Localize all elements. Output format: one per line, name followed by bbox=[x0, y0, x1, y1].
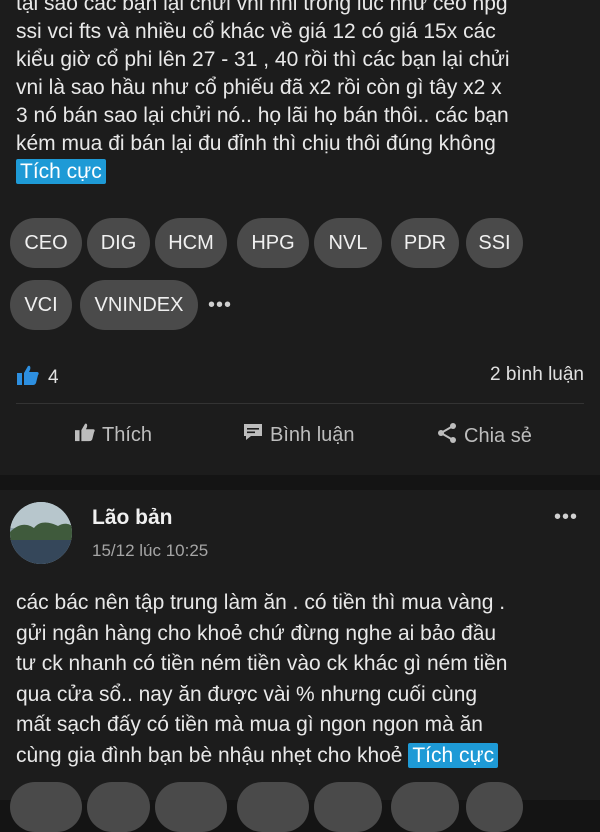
tag-chip-nvl[interactable]: NVL bbox=[314, 218, 382, 268]
post-timestamp: 15/12 lúc 10:25 bbox=[92, 541, 209, 560]
post-text-line: mất sạch đấy có tiền mà mua gì ngon ngon… bbox=[16, 713, 483, 736]
sentiment-tag: Tích cực bbox=[16, 159, 106, 184]
post-text-line: kiểu giờ cổ phi lên 27 - 31 , 40 rồi thì… bbox=[16, 48, 510, 71]
thumbs-up-icon bbox=[16, 364, 40, 392]
post-text-line: tư ck nhanh có tiền ném tiền vào ck khác… bbox=[16, 652, 508, 675]
tag-chip[interactable] bbox=[391, 782, 459, 832]
like-button-label: Thích bbox=[102, 423, 153, 446]
thumbs-up-icon bbox=[74, 422, 96, 448]
comment-button[interactable]: Bình luận bbox=[242, 422, 355, 448]
divider bbox=[16, 403, 584, 404]
post-text: tại sao các bạn lại chửi vni nhỉ trong l… bbox=[16, 0, 586, 186]
tag-chip-ceo[interactable]: CEO bbox=[10, 218, 82, 268]
post-text-line: cùng gia đình bạn bè nhậu nhẹt cho khoẻ bbox=[16, 743, 403, 767]
like-count: 4 bbox=[48, 367, 59, 388]
comment-button-label: Bình luận bbox=[270, 423, 355, 446]
post-text-line: các bác nên tập trung làm ăn . có tiền t… bbox=[16, 591, 506, 614]
tag-chip[interactable] bbox=[466, 782, 523, 832]
more-tags-button[interactable]: ••• bbox=[208, 294, 232, 317]
post-text: các bác nên tập trung làm ăn . có tiền t… bbox=[16, 588, 586, 771]
post-text-line: gửi ngân hàng cho khoẻ chứ đừng nghe ai … bbox=[16, 621, 497, 645]
author-name[interactable]: Lão bản bbox=[92, 506, 173, 530]
tag-chip-ssi[interactable]: SSI bbox=[466, 218, 523, 268]
comment-icon bbox=[242, 422, 264, 448]
tag-chip[interactable] bbox=[237, 782, 309, 832]
share-button-label: Chia sẻ bbox=[464, 424, 532, 447]
tag-chip[interactable] bbox=[314, 782, 382, 832]
post-text-line: tại sao các bạn lại chửi vni nhỉ trong l… bbox=[16, 0, 508, 15]
tag-chip-vnindex[interactable]: VNINDEX bbox=[80, 280, 198, 330]
post-text-line: qua cửa sổ.. nay ăn được vài % nhưng cuố… bbox=[16, 682, 478, 706]
tag-chip[interactable] bbox=[155, 782, 227, 832]
tag-chip-pdr[interactable]: PDR bbox=[391, 218, 459, 268]
share-icon bbox=[436, 422, 458, 450]
tag-chip-hcm[interactable]: HCM bbox=[155, 218, 227, 268]
post-card: tại sao các bạn lại chửi vni nhỉ trong l… bbox=[0, 0, 600, 475]
post-text-line: 3 nó bán sao lại chửi nó.. họ lãi họ bán… bbox=[16, 104, 509, 127]
avatar[interactable] bbox=[10, 502, 72, 564]
tag-chip-hpg[interactable]: HPG bbox=[237, 218, 309, 268]
post-text-line: vni là sao hầu như cổ phiếu đã x2 rồi cò… bbox=[16, 76, 502, 99]
like-button[interactable]: Thích bbox=[74, 422, 152, 448]
tag-chip-dig[interactable]: DIG bbox=[87, 218, 150, 268]
more-options-icon[interactable]: ••• bbox=[554, 506, 578, 529]
tag-chip[interactable] bbox=[87, 782, 150, 832]
tag-chip-vci[interactable]: VCI bbox=[10, 280, 72, 330]
like-summary[interactable]: 4 bbox=[16, 364, 59, 392]
tag-chip[interactable] bbox=[10, 782, 82, 832]
sentiment-tag: Tích cực bbox=[408, 742, 499, 768]
post-text-line: ssi vci fts và nhiều cổ khác về giá 12 c… bbox=[16, 20, 496, 43]
comment-count[interactable]: 2 bình luận bbox=[490, 364, 584, 386]
post-text-line: kém mua đi bán lại đu đỉnh thì chịu thôi… bbox=[16, 132, 496, 155]
share-button[interactable]: Chia sẻ bbox=[436, 422, 532, 450]
